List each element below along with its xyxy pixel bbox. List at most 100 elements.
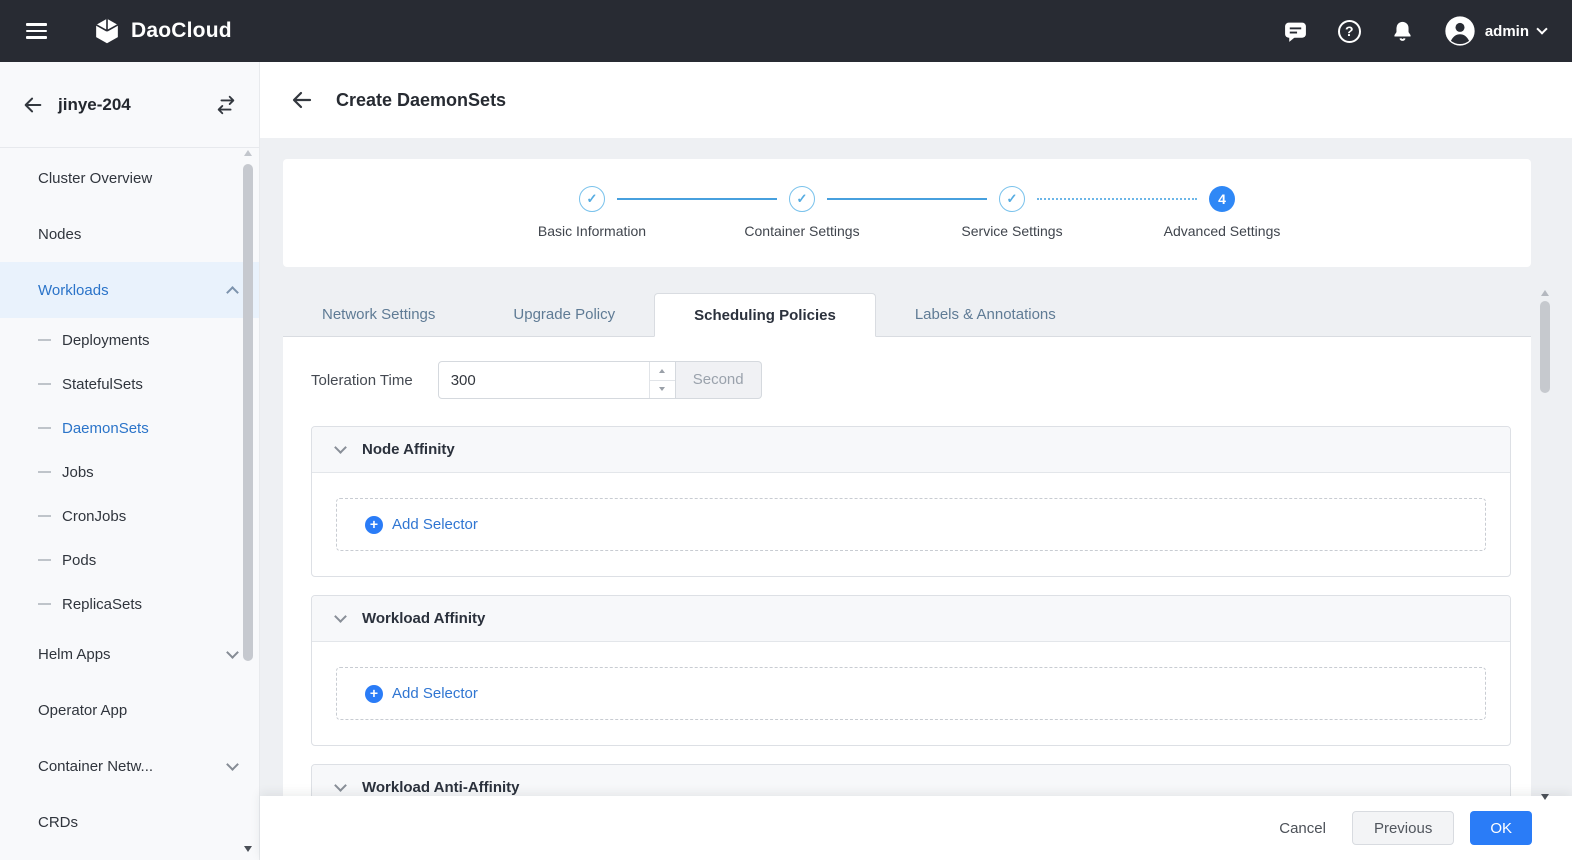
sidebar-item-workloads[interactable]: Workloads <box>0 262 259 318</box>
brand: DaoCloud <box>93 17 232 45</box>
scroll-up-icon[interactable] <box>1541 290 1549 296</box>
tab-content: Toleration Time Second Node Affinity <box>283 337 1531 860</box>
toleration-time-field[interactable] <box>439 362 647 398</box>
menu-icon[interactable] <box>26 23 47 39</box>
page-body: ✓ Basic Information ✓ Container Settings… <box>260 138 1572 860</box>
sidebar-item-label: Jobs <box>62 464 94 481</box>
sidebar: jinye-204 Cluster Overview Nodes Workloa… <box>0 62 260 860</box>
sidebar-item-label: CRDs <box>38 814 78 831</box>
chevron-down-icon <box>334 441 347 454</box>
topbar-actions: ? admin <box>1283 15 1546 47</box>
sidebar-item-operator-app[interactable]: Operator App <box>0 682 259 738</box>
panel-title: Workload Anti-Affinity <box>362 779 520 796</box>
sidebar-item-nodes[interactable]: Nodes <box>0 206 259 262</box>
sidebar-item-label: Pods <box>62 552 96 569</box>
add-selector-button[interactable]: + Add Selector <box>365 685 478 703</box>
tab-labels-annotations[interactable]: Labels & Annotations <box>876 293 1095 336</box>
sidebar-item-helm-apps[interactable]: Helm Apps <box>0 626 259 682</box>
step-label: Basic Information <box>538 223 646 239</box>
panel-node-affinity-body: + Add Selector <box>312 473 1510 576</box>
chat-icon[interactable] <box>1283 19 1308 44</box>
toleration-time-row: Toleration Time Second <box>311 361 1511 399</box>
brand-name: DaoCloud <box>131 19 232 43</box>
sidebar-item-crds[interactable]: CRDs <box>0 794 259 850</box>
dash-icon <box>38 427 51 429</box>
sidebar-item-cluster-overview[interactable]: Cluster Overview <box>0 150 259 206</box>
sidebar-item-container-network[interactable]: Container Netw... <box>0 738 259 794</box>
sidebar-back-button[interactable] <box>22 94 44 116</box>
step-label: Container Settings <box>744 223 859 239</box>
page-back-button[interactable] <box>290 88 314 112</box>
sidebar-item-jobs[interactable]: Jobs <box>0 450 259 494</box>
sidebar-item-label: CronJobs <box>62 508 126 525</box>
sidebar-nav: Cluster Overview Nodes Workloads Deploym… <box>0 148 259 850</box>
toleration-time-input[interactable] <box>438 361 676 399</box>
chevron-down-icon <box>226 758 239 771</box>
step-check-icon: ✓ <box>999 186 1025 212</box>
spin-up-icon[interactable] <box>650 362 675 381</box>
step-check-icon: ✓ <box>789 186 815 212</box>
step-number: 4 <box>1209 186 1235 212</box>
ok-button[interactable]: OK <box>1470 811 1532 845</box>
previous-button[interactable]: Previous <box>1352 811 1454 845</box>
chevron-down-icon <box>226 646 239 659</box>
panel-node-affinity: Node Affinity + Add Selector <box>311 426 1511 577</box>
bell-icon[interactable] <box>1391 20 1414 43</box>
dash-icon <box>38 603 51 605</box>
panel-workload-affinity-header[interactable]: Workload Affinity <box>312 596 1510 642</box>
user-menu[interactable]: admin <box>1444 15 1546 47</box>
chevron-down-icon <box>334 610 347 623</box>
sidebar-item-label: StatefulSets <box>62 376 143 393</box>
cancel-button[interactable]: Cancel <box>1269 820 1336 837</box>
stepper: ✓ Basic Information ✓ Container Settings… <box>283 159 1531 267</box>
sidebar-item-cronjobs[interactable]: CronJobs <box>0 494 259 538</box>
plus-icon: + <box>365 685 383 703</box>
sidebar-item-pods[interactable]: Pods <box>0 538 259 582</box>
scrollbar-thumb[interactable] <box>1540 301 1550 393</box>
sidebar-item-deployments[interactable]: Deployments <box>0 318 259 362</box>
scrollbar-thumb[interactable] <box>243 164 253 661</box>
step-label: Advanced Settings <box>1164 223 1281 239</box>
chevron-up-icon <box>226 286 239 299</box>
question-mark-icon: ? <box>1338 20 1361 43</box>
sidebar-item-label: Cluster Overview <box>38 170 152 187</box>
step-advanced-settings: 4 Advanced Settings <box>1117 186 1327 267</box>
chevron-down-icon <box>334 779 347 792</box>
footer: Cancel Previous OK <box>260 796 1572 860</box>
sidebar-item-statefulsets[interactable]: StatefulSets <box>0 362 259 406</box>
sidebar-item-label: Helm Apps <box>38 646 111 663</box>
toleration-unit: Second <box>676 361 762 399</box>
dash-icon <box>38 339 51 341</box>
sidebar-item-label: Nodes <box>38 226 81 243</box>
topbar: DaoCloud ? <box>0 0 1572 62</box>
panel-title: Node Affinity <box>362 441 455 458</box>
add-selector-label: Add Selector <box>392 685 478 702</box>
tab-scheduling-policies[interactable]: Scheduling Policies <box>654 293 876 337</box>
toleration-spinner[interactable] <box>649 362 675 398</box>
content-scrollbar[interactable] <box>1539 290 1551 800</box>
panel-node-affinity-header[interactable]: Node Affinity <box>312 427 1510 473</box>
help-icon[interactable]: ? <box>1338 20 1361 43</box>
switch-cluster-icon[interactable] <box>215 94 237 116</box>
spin-down-icon[interactable] <box>650 381 675 399</box>
avatar <box>1444 15 1476 47</box>
step-label: Service Settings <box>961 223 1062 239</box>
dash-icon <box>38 515 51 517</box>
dash-icon <box>38 559 51 561</box>
tab-network-settings[interactable]: Network Settings <box>283 293 474 336</box>
sidebar-item-daemonsets[interactable]: DaemonSets <box>0 406 259 450</box>
cluster-name: jinye-204 <box>58 95 215 115</box>
chevron-down-icon <box>1536 23 1547 34</box>
scroll-up-icon[interactable] <box>244 150 252 156</box>
daocloud-logo-icon <box>93 17 121 45</box>
sidebar-scrollbar[interactable] <box>243 150 253 852</box>
plus-icon: + <box>365 516 383 534</box>
add-selector-button[interactable]: + Add Selector <box>365 516 478 534</box>
selector-dropzone: + Add Selector <box>336 498 1486 551</box>
scroll-down-icon[interactable] <box>1541 794 1549 800</box>
tab-upgrade-policy[interactable]: Upgrade Policy <box>474 293 654 336</box>
page-header: Create DaemonSets <box>260 62 1572 138</box>
sidebar-item-replicasets[interactable]: ReplicaSets <box>0 582 259 626</box>
main: Create DaemonSets ✓ Basic Information ✓ … <box>260 62 1572 860</box>
scroll-down-icon[interactable] <box>244 846 252 852</box>
